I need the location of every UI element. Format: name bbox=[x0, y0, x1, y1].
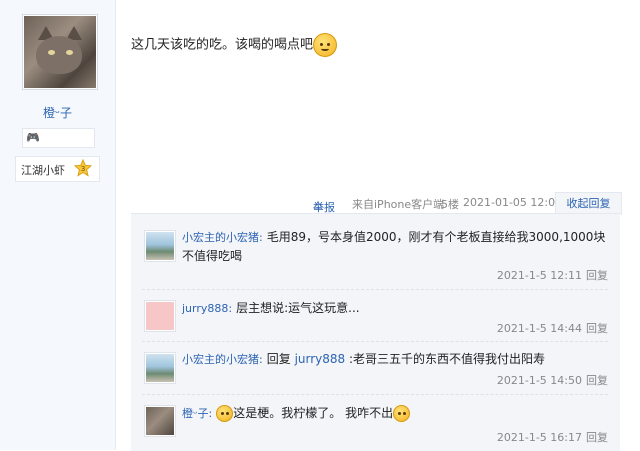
user-avatar[interactable] bbox=[22, 14, 98, 90]
post-floor: 5楼 bbox=[441, 198, 459, 211]
divider bbox=[142, 289, 608, 290]
angry-face-emoji-icon bbox=[313, 33, 338, 57]
post-source: 来自iPhone客户端 bbox=[352, 198, 445, 211]
reply-time: 2021-1-5 14:50 bbox=[496, 374, 582, 387]
list-item: 橙ᵕ子: 这是梗。我柠檬了。 我咋不出 2021-1-5 16:17 回复 bbox=[142, 401, 608, 445]
user-level-badge[interactable]: 江湖小虾 3 bbox=[15, 156, 100, 182]
reply-author[interactable]: 橙ᵕ子: bbox=[182, 407, 212, 420]
level-title: 江湖小虾 bbox=[21, 164, 65, 177]
reply-meta: 2021-1-5 12:11 回复 bbox=[497, 267, 608, 283]
collapse-replies-button[interactable]: 收起回复 bbox=[555, 192, 622, 215]
reply-time: 2021-1-5 16:17 bbox=[496, 431, 582, 444]
reply-text: 这是梗。我柠檬了。 我咋不出 bbox=[233, 406, 394, 420]
list-item: 小宏主的小宏猪: 回复 jurry888 :老哥三五千的东西不值得我付出阳寿 20… bbox=[142, 348, 608, 388]
divider bbox=[142, 341, 608, 342]
post-content: 这几天该吃的吃。该喝的喝点吧 bbox=[131, 33, 338, 57]
reply-time: 2021-1-5 12:11 bbox=[496, 269, 582, 282]
avatar[interactable] bbox=[144, 300, 176, 332]
sweat-face-emoji-icon bbox=[216, 405, 234, 422]
reply-list: 小宏主的小宏猪: 毛用89，号本身值2000，刚才有个老板直接给我3000,100… bbox=[131, 213, 620, 451]
reply-mention[interactable]: jurry888 bbox=[295, 352, 346, 366]
username-link[interactable]: 橙ᵕ子 bbox=[0, 104, 115, 121]
post-time: 2021-01-05 12:06 bbox=[463, 196, 563, 209]
reply-text: 层主想说:运气这玩意... bbox=[236, 301, 360, 315]
avatar[interactable] bbox=[144, 230, 176, 262]
reply-meta: 2021-1-5 14:44 回复 bbox=[497, 320, 608, 336]
avatar[interactable] bbox=[144, 352, 176, 384]
reply-prefix: 回复 bbox=[266, 352, 291, 366]
reply-time: 2021-1-5 14:44 bbox=[496, 322, 582, 335]
reply-button[interactable]: 回复 bbox=[586, 374, 608, 387]
post-text: 这几天该吃的吃。该喝的喝点吧 bbox=[131, 37, 314, 53]
list-item: 小宏主的小宏猪: 毛用89，号本身值2000，刚才有个老板直接给我3000,100… bbox=[142, 226, 608, 284]
author-sidebar: 橙ᵕ子 🎮 江湖小虾 3 bbox=[0, 0, 116, 450]
reply-author[interactable]: jurry888: bbox=[182, 302, 232, 315]
crying-face-emoji-icon bbox=[393, 405, 411, 422]
avatar[interactable] bbox=[144, 405, 176, 437]
reply-author[interactable]: 小宏主的小宏猪: bbox=[182, 231, 263, 244]
level-star-icon: 3 bbox=[74, 159, 92, 177]
reply-meta: 2021-1-5 14:50 回复 bbox=[497, 372, 608, 388]
reply-button[interactable]: 回复 bbox=[586, 269, 608, 282]
reply-author[interactable]: 小宏主的小宏猪: bbox=[182, 353, 263, 366]
medal-badge[interactable]: 🎮 bbox=[22, 128, 95, 148]
divider bbox=[142, 394, 608, 395]
reply-button[interactable]: 回复 bbox=[586, 322, 608, 335]
game-controller-icon: 🎮 bbox=[26, 131, 40, 144]
reply-button[interactable]: 回复 bbox=[586, 431, 608, 444]
level-number: 3 bbox=[81, 164, 86, 173]
list-item: jurry888: 层主想说:运气这玩意... 2021-1-5 14:44 回复 bbox=[142, 296, 608, 336]
reply-text: :老哥三五千的东西不值得我付出阳寿 bbox=[349, 352, 546, 366]
reply-meta: 2021-1-5 16:17 回复 bbox=[497, 429, 608, 445]
